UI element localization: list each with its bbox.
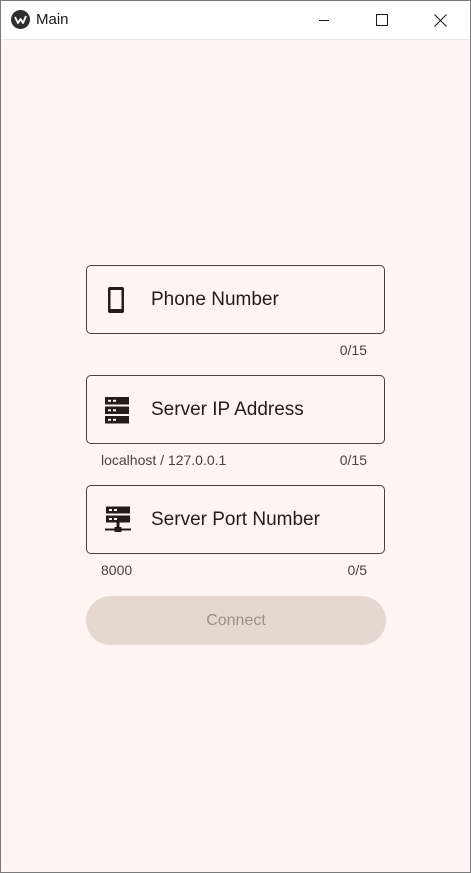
window-title: Main <box>36 11 69 28</box>
server-ip-helper-text: localhost / 127.0.0.1 <box>101 452 227 468</box>
server-icon <box>105 396 129 424</box>
connect-button[interactable]: Connect <box>86 596 386 645</box>
app-window: Main Phone Number 0/15 Server IP Address… <box>0 0 471 873</box>
close-icon <box>433 13 447 27</box>
cellphone-icon <box>105 286 127 314</box>
minimize-icon <box>319 20 329 21</box>
phone-number-counter: 0/15 <box>339 342 367 358</box>
connect-button-label: Connect <box>206 611 266 629</box>
server-ip-counter: 0/15 <box>339 452 367 468</box>
server-port-counter: 0/5 <box>347 562 367 578</box>
server-port-helper-text: 8000 <box>101 562 133 578</box>
maximize-icon <box>376 14 388 26</box>
server-network-icon <box>105 506 131 534</box>
title-bar[interactable]: Main <box>1 1 470 40</box>
phone-number-field[interactable]: Phone Number <box>86 265 385 334</box>
server-port-label: Server Port Number <box>151 509 320 530</box>
close-button[interactable] <box>411 1 469 39</box>
server-ip-label: Server IP Address <box>151 399 304 420</box>
minimize-button[interactable] <box>295 1 353 39</box>
maximize-button[interactable] <box>353 1 411 39</box>
server-port-field[interactable]: Server Port Number <box>86 485 385 554</box>
app-logo-icon <box>11 10 30 29</box>
phone-number-label: Phone Number <box>151 289 279 310</box>
server-ip-field[interactable]: Server IP Address <box>86 375 385 444</box>
